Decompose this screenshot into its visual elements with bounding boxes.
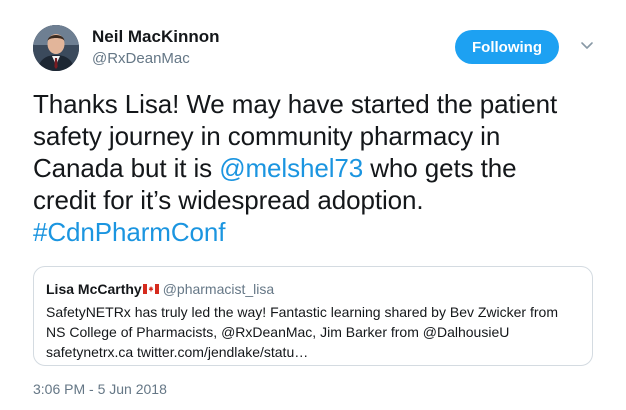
- quoted-text-line: NS College of Pharmacists, @RxDeanMac, J…: [46, 324, 510, 340]
- tweet-text-line: #CdnPharmConf: [33, 216, 613, 248]
- mention-link[interactable]: @melshel73: [219, 153, 363, 183]
- profile-photo-icon: [33, 25, 79, 71]
- quoted-tweet-text: SafetyNETRx has truly led the way! Fanta…: [46, 302, 580, 362]
- quoted-text-line: SafetyNETRx has truly led the way! Fanta…: [46, 304, 558, 320]
- quoted-text-line: safetynetrx.ca twitter.com/jendlake/stat…: [46, 344, 309, 360]
- tweet-text-line: Thanks Lisa! We may have started the pat…: [33, 89, 558, 119]
- quoted-author-handle: @pharmacist_lisa: [162, 281, 275, 297]
- tweet-text-line: safety journey in community pharmacy in: [33, 121, 501, 151]
- author-handle[interactable]: @RxDeanMac: [92, 50, 190, 67]
- tweet-timestamp[interactable]: 3:06 PM - 5 Jun 2018: [33, 381, 167, 397]
- canada-flag-icon: [142, 284, 159, 294]
- following-button[interactable]: Following: [455, 30, 559, 64]
- author-avatar[interactable]: [33, 25, 79, 71]
- author-display-name[interactable]: Neil MacKinnon: [92, 27, 220, 47]
- hashtag-link[interactable]: #CdnPharmConf: [33, 217, 225, 247]
- tweet-text-segment: who gets the: [363, 153, 517, 183]
- tweet-text-line: credit for it’s widespread adoption.: [33, 185, 424, 215]
- quoted-tweet[interactable]: Lisa McCarthy @pharmacist_lisa SafetyNET…: [33, 266, 593, 366]
- tweet-text: Thanks Lisa! We may have started the pat…: [33, 88, 613, 248]
- tweet-text-line: Canada but it is @melshel73 who gets the: [33, 152, 613, 184]
- tweet-card: Neil MacKinnon @RxDeanMac Following Than…: [0, 0, 626, 410]
- quoted-author-name: Lisa McCarthy: [46, 281, 142, 297]
- chevron-down-icon[interactable]: [580, 40, 594, 52]
- tweet-text-segment: Canada but it is: [33, 153, 220, 183]
- quoted-tweet-header: Lisa McCarthy @pharmacist_lisa: [46, 280, 580, 298]
